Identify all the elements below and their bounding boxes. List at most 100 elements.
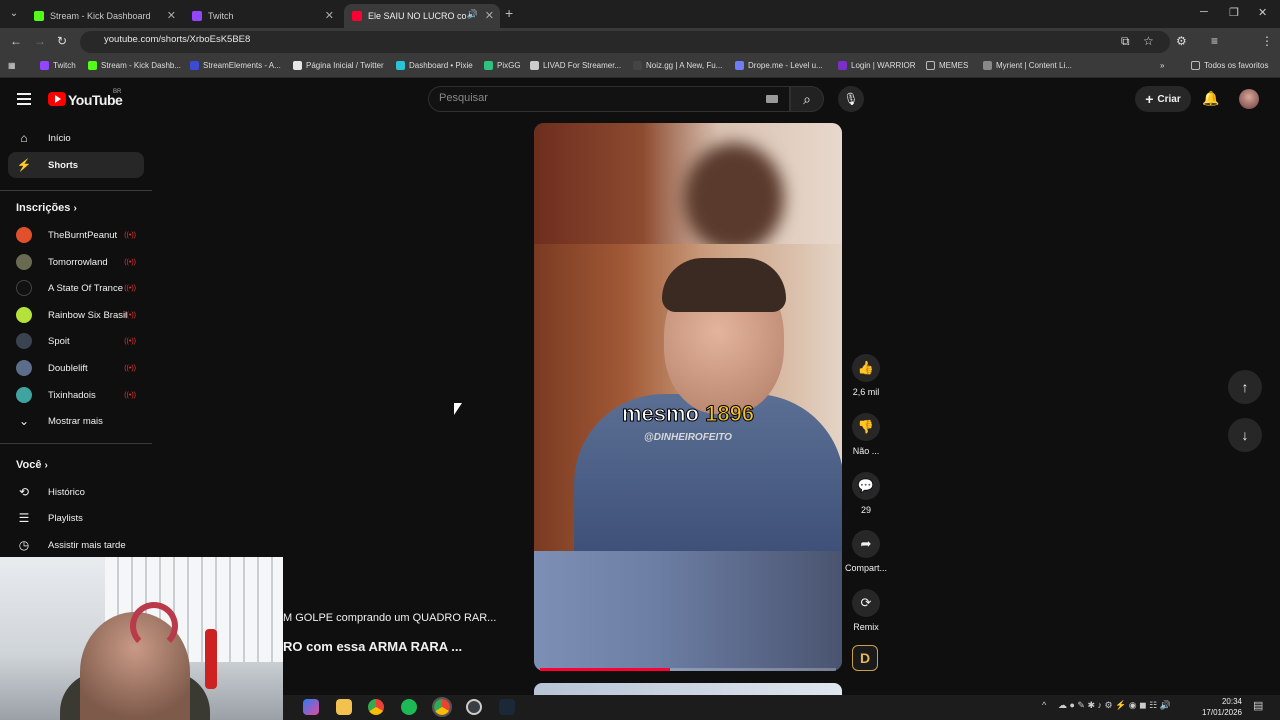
bookmark-item[interactable]: Dashboard • Pixie xyxy=(396,61,473,70)
create-button[interactable]: + Criar xyxy=(1135,86,1191,112)
bookmark-item[interactable]: Twitch xyxy=(40,61,76,70)
extensions-icon[interactable]: ⚙ xyxy=(1176,34,1187,48)
channel-avatar xyxy=(16,280,32,296)
all-bookmarks-folder[interactable]: Todos os favoritos xyxy=(1191,61,1268,70)
youtube-logo-icon[interactable] xyxy=(48,92,66,106)
channel-avatar xyxy=(16,333,32,349)
short-video-player[interactable]: mesmo 1896 @DINHEIROFEITO xyxy=(534,123,842,671)
avatar[interactable] xyxy=(1239,89,1259,109)
divider xyxy=(0,190,152,191)
bookmark-item[interactable]: Myrient | Content Li... xyxy=(983,61,1072,70)
bookmark-item[interactable]: Login | WARRIOR xyxy=(838,61,915,70)
tab-youtube[interactable]: Ele SAIU NO LUCRO com e 🔊 ✕ xyxy=(344,4,500,28)
file-explorer-icon[interactable] xyxy=(336,699,352,715)
chevron-right-icon: › xyxy=(44,460,48,471)
taskbar-clock[interactable]: 20:34 17/01/2026 xyxy=(1200,696,1242,718)
close-icon[interactable]: ✕ xyxy=(167,9,176,22)
menu-icon[interactable] xyxy=(17,93,31,105)
live-icon: ((•)) xyxy=(124,364,136,372)
back-icon[interactable]: ← xyxy=(10,34,22,48)
restore-icon[interactable]: ❐ xyxy=(1229,6,1239,19)
tab-kick[interactable]: Stream - Kick Dashboard ✕ xyxy=(26,4,182,28)
chrome-icon[interactable] xyxy=(368,699,384,715)
dislike-button[interactable]: 👎 Não ... xyxy=(845,413,887,456)
comments-button[interactable]: 💬 29 xyxy=(845,472,887,515)
sidebar-item-subscription[interactable]: A State Of Trance ((•)) xyxy=(8,275,144,301)
bookmark-item[interactable]: Drope.me - Level u... xyxy=(735,61,823,70)
bookmark-item[interactable]: Stream - Kick Dashb... xyxy=(88,61,181,70)
like-button[interactable]: 👍 2,6 mil xyxy=(845,354,887,397)
bookmark-item[interactable]: LIVAD For Streamer... xyxy=(530,61,621,70)
apps-icon[interactable]: ▦ xyxy=(8,61,16,70)
steam-icon[interactable] xyxy=(499,699,515,715)
sidebar-item-home[interactable]: ⌂ Início xyxy=(8,125,144,151)
minimize-icon[interactable]: ─ xyxy=(1200,6,1208,18)
youtube-icon xyxy=(352,11,362,21)
bookmark-item[interactable]: Noiz.gg | A New, Fu... xyxy=(633,61,722,70)
subscriptions-heading[interactable]: Inscrições › xyxy=(16,202,77,214)
tab-search-icon[interactable]: ⌄ xyxy=(6,6,22,22)
voice-search-button[interactable]: 🎙 xyxy=(838,86,864,112)
sidebar-item-history[interactable]: ⟲ Histórico xyxy=(8,479,144,505)
close-window-icon[interactable]: ✕ xyxy=(1258,6,1267,19)
arrow-down-icon: ↓ xyxy=(1241,427,1249,443)
sidebar-item-subscription[interactable]: Spoit ((•)) xyxy=(8,328,144,354)
you-heading[interactable]: Você › xyxy=(16,459,48,471)
close-icon[interactable]: ✕ xyxy=(325,9,334,22)
twitch-icon xyxy=(192,11,202,21)
more-bookmarks-icon[interactable]: » xyxy=(1160,61,1164,70)
copilot-icon[interactable] xyxy=(303,699,319,715)
next-short-button[interactable]: ↓ xyxy=(1228,418,1262,452)
channel-avatar xyxy=(16,254,32,270)
media-control-icon[interactable]: ≡ xyxy=(1211,34,1218,48)
obs-icon[interactable] xyxy=(466,699,482,715)
search-input[interactable]: Pesquisar xyxy=(439,92,488,104)
keyboard-icon[interactable] xyxy=(766,95,778,103)
forward-icon[interactable]: → xyxy=(34,34,46,48)
webcam-overlay xyxy=(0,557,283,720)
bookmark-item[interactable]: Página Inicial / Twitter xyxy=(293,61,384,70)
sidebar-item-subscription[interactable]: TheBurntPeanut ((•)) xyxy=(8,222,144,248)
channel-avatar[interactable]: D xyxy=(852,645,878,671)
progress-bar[interactable] xyxy=(540,668,836,671)
sidebar-item-playlists[interactable]: ☰ Playlists xyxy=(8,505,144,531)
live-icon: ((•)) xyxy=(124,311,136,319)
remix-button[interactable]: ⟳ Remix xyxy=(845,589,887,632)
plus-icon: + xyxy=(1145,91,1154,107)
spotify-icon[interactable] xyxy=(401,699,417,715)
sidebar-item-subscription[interactable]: Tixinhadois ((•)) xyxy=(8,382,144,408)
show-more-button[interactable]: ⌄ Mostrar mais xyxy=(8,408,144,434)
notifications-bell-icon[interactable]: 🔔 xyxy=(1202,90,1219,107)
bookmark-folder[interactable]: MEMES xyxy=(926,61,968,70)
tab-twitch[interactable]: Twitch ✕ xyxy=(184,4,340,28)
install-app-icon[interactable]: ⧉ xyxy=(1121,34,1130,49)
tray-icons[interactable]: ☁ ● ✎ ✱ ♪ ⚙ ⚡ ◉ ◼ ☷ 🔊 xyxy=(1058,700,1171,711)
new-tab-button[interactable]: + xyxy=(505,5,513,21)
menu-icon[interactable]: ⋮ xyxy=(1261,34,1273,48)
progress-fill xyxy=(540,668,671,671)
sidebar-item-watch-later[interactable]: ◷ Assistir mais tarde xyxy=(8,532,144,558)
chrome-active-icon[interactable] xyxy=(432,697,452,717)
divider xyxy=(0,443,152,444)
speaker-icon[interactable]: 🔊 xyxy=(467,9,478,20)
next-short-preview[interactable] xyxy=(534,683,842,695)
reload-icon[interactable]: ↻ xyxy=(57,34,67,48)
notification-icon[interactable]: ▤ xyxy=(1253,699,1263,712)
previous-short-button[interactable]: ↑ xyxy=(1228,370,1262,404)
search-button[interactable]: ⌕ xyxy=(790,86,824,112)
star-icon[interactable]: ☆ xyxy=(1143,34,1154,48)
bookmark-item[interactable]: PixGG xyxy=(484,61,521,70)
chevron-up-icon[interactable]: ^ xyxy=(1042,700,1046,710)
live-icon: ((•)) xyxy=(124,391,136,399)
url-text[interactable]: youtube.com/shorts/XrboEsK5BE8 xyxy=(104,34,250,45)
sidebar-item-subscription[interactable]: Doublelift ((•)) xyxy=(8,355,144,381)
sidebar-item-subscription[interactable]: Rainbow Six Brasil ((•)) xyxy=(8,302,144,328)
chevron-right-icon: › xyxy=(73,203,77,214)
bookmarks-bar: ▦ Twitch Stream - Kick Dashb... StreamEl… xyxy=(0,56,1280,78)
close-icon[interactable]: ✕ xyxy=(485,9,494,22)
sidebar-item-shorts[interactable]: ⚡ Shorts xyxy=(8,152,144,178)
thumbs-down-icon: 👎 xyxy=(852,413,880,441)
bookmark-item[interactable]: StreamElements - A... xyxy=(190,61,281,70)
share-button[interactable]: ➦ Compart... xyxy=(845,530,887,573)
sidebar-item-subscription[interactable]: Tomorrowland ((•)) xyxy=(8,249,144,275)
